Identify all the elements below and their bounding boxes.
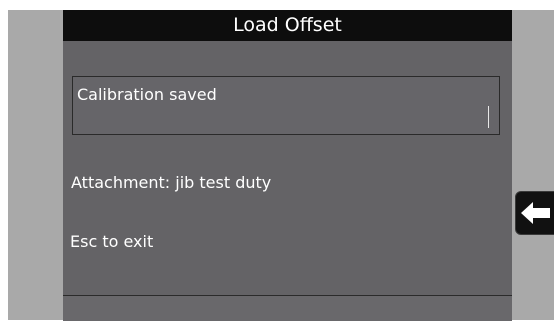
load-offset-dialog: Load Offset Calibration saved Attachment…: [63, 10, 512, 321]
attachment-info: Attachment: jib test duty: [71, 173, 272, 192]
exit-hint: Esc to exit: [70, 232, 154, 251]
back-button[interactable]: [515, 191, 554, 235]
status-message: Calibration saved: [77, 85, 217, 104]
bottom-bar: [63, 295, 512, 321]
right-bezel: [512, 10, 554, 320]
left-bezel: [8, 10, 63, 320]
arrow-left-icon: [521, 202, 550, 224]
status-message-box: Calibration saved: [72, 76, 500, 135]
text-cursor: [488, 106, 489, 128]
dialog-title: Load Offset: [63, 10, 512, 41]
